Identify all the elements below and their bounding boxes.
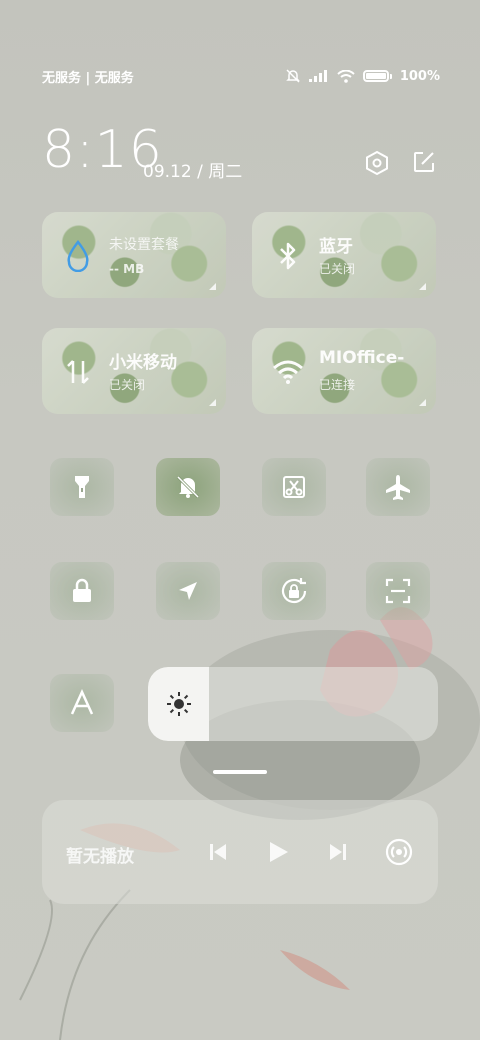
- header-actions: [364, 150, 436, 176]
- toggle-mute[interactable]: [156, 458, 220, 516]
- previous-button[interactable]: [204, 838, 232, 866]
- tile-data-plan[interactable]: 未设置套餐 -- MB: [42, 212, 226, 298]
- bluetooth-icon: [270, 238, 306, 274]
- play-icon: [270, 842, 288, 862]
- tile-wifi-sub: 已连接: [319, 378, 356, 392]
- scan-icon: [385, 578, 411, 604]
- scissors-icon: [283, 476, 305, 498]
- battery-icon: [362, 70, 389, 82]
- tile-bluetooth-title: 蓝牙: [319, 237, 353, 257]
- tile-corner-arrow: [209, 283, 216, 290]
- rotation-lock-icon: [281, 578, 307, 604]
- media-card[interactable]: 暂无播放: [42, 800, 438, 904]
- toggle-reading-mode[interactable]: [50, 674, 114, 732]
- media-status-label: 暂无播放: [66, 847, 134, 867]
- tile-bluetooth[interactable]: 蓝牙 已关闭: [252, 212, 436, 298]
- tile-mobile-data-title: 小米移动: [109, 353, 177, 373]
- water-drop-icon: [60, 238, 96, 274]
- tile-mobile-data-sub: 已关闭: [109, 378, 146, 392]
- location-icon: [179, 582, 197, 600]
- brightness-slider[interactable]: [148, 667, 438, 741]
- tile-corner-arrow: [419, 399, 426, 406]
- sun-icon: [166, 692, 191, 716]
- play-button[interactable]: [264, 838, 292, 866]
- tile-mobile-data[interactable]: 小米移动 已关闭: [42, 328, 226, 414]
- tile-data-plan-title: 未设置套餐: [109, 237, 179, 253]
- tile-wifi-title: MIOffice-: [319, 348, 405, 368]
- toggle-screenshot[interactable]: [262, 458, 326, 516]
- battery-percent: 100%: [399, 68, 440, 84]
- toggle-scanner[interactable]: [366, 562, 430, 620]
- toggle-flashlight[interactable]: [50, 458, 114, 516]
- tile-corner-arrow: [209, 399, 216, 406]
- wifi-status-icon: [337, 69, 355, 83]
- bell-off-icon: [286, 69, 300, 83]
- carrier-text: 无服务 | 无服务: [42, 70, 134, 86]
- lock-icon: [73, 578, 91, 602]
- toggle-airplane[interactable]: [366, 458, 430, 516]
- next-button[interactable]: [324, 838, 352, 866]
- font-icon: [70, 689, 94, 715]
- airplane-icon: [386, 475, 410, 500]
- battery-tip: [389, 73, 392, 79]
- tile-bluetooth-sub: 已关闭: [319, 262, 356, 276]
- tile-corner-arrow: [419, 283, 426, 290]
- signal-icon: [308, 70, 327, 82]
- clock-date: 09.12 / 周二: [143, 162, 243, 182]
- previous-icon: [210, 844, 226, 860]
- mobile-data-icon: [60, 354, 96, 390]
- brightness-fill: [148, 667, 209, 741]
- flashlight-icon: [75, 476, 89, 498]
- tile-data-plan-sub: -- MB: [109, 262, 145, 276]
- tile-wifi[interactable]: MIOffice- 已连接: [252, 328, 436, 414]
- drag-handle[interactable]: [213, 770, 267, 774]
- wifi-icon: [270, 354, 306, 390]
- next-icon: [330, 844, 346, 860]
- cast-button[interactable]: [382, 835, 416, 869]
- broadcast-icon: [385, 838, 413, 866]
- toggle-rotation-lock[interactable]: [262, 562, 326, 620]
- settings-icon[interactable]: [364, 150, 390, 176]
- toggle-location[interactable]: [156, 562, 220, 620]
- bell-off-icon: [176, 475, 200, 499]
- edit-icon[interactable]: [412, 150, 436, 174]
- toggle-lock[interactable]: [50, 562, 114, 620]
- status-bar: 无服务 | 无服务 100%: [42, 64, 440, 88]
